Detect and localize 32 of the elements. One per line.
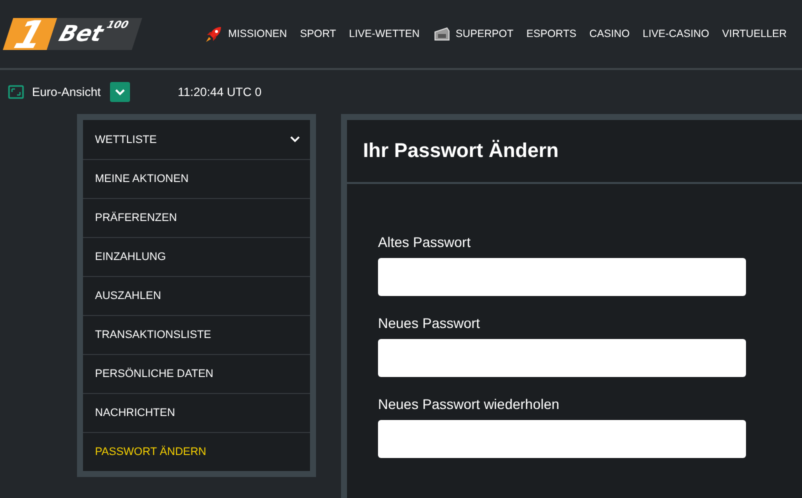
nav-link[interactable]: SUPERPOT [432, 26, 514, 42]
menu-item[interactable]: PASSWORT ÄNDERN [83, 432, 310, 471]
dropdown-button[interactable] [110, 82, 130, 102]
menu-item[interactable]: WETTLISTE [83, 120, 310, 159]
fullscreen-icon[interactable] [8, 85, 24, 99]
menu-item[interactable]: TRANSAKTIONSLISTE [83, 315, 310, 354]
chevron-down-icon [290, 136, 300, 143]
password-field[interactable] [378, 420, 746, 458]
nav-link[interactable]: VIRTUELLER [722, 28, 787, 40]
view-label: Euro-Ansicht [32, 85, 101, 99]
menu-item[interactable]: MEINE AKTIONEN [83, 159, 310, 198]
menu-item[interactable]: PERSÖNLICHE DATEN [83, 354, 310, 393]
ticket-icon [432, 26, 451, 42]
nav-link[interactable]: CASINO [589, 28, 630, 40]
nav-link[interactable]: ESPORTS [526, 28, 576, 40]
field-label: Neues Passwort [378, 315, 481, 331]
field-label: Neues Passwort wiederholen [378, 396, 560, 412]
field-label: Altes Passwort [378, 234, 472, 250]
nav-link[interactable]: SPORT [300, 28, 336, 40]
clock-time: 11:20:44 UTC 0 [178, 85, 262, 99]
menu-item[interactable]: PRÄFERENZEN [83, 198, 310, 237]
nav-link[interactable]: LIVE-CASINO [642, 28, 710, 40]
rocket-icon [205, 25, 224, 43]
page-title: Ihr Passwort Ändern [347, 120, 802, 184]
nav-link[interactable]: LIVE-WETTEN [349, 28, 420, 40]
password-field[interactable] [378, 258, 746, 296]
menu-item[interactable]: EINZAHLUNG [83, 237, 310, 276]
chevron-down-icon [114, 88, 125, 96]
menu-item[interactable]: NACHRICHTEN [83, 393, 310, 432]
password-field[interactable] [378, 339, 746, 377]
menu-item[interactable]: AUSZAHLEN [83, 276, 310, 315]
nav-link[interactable]: MISSIONEN [205, 25, 288, 43]
